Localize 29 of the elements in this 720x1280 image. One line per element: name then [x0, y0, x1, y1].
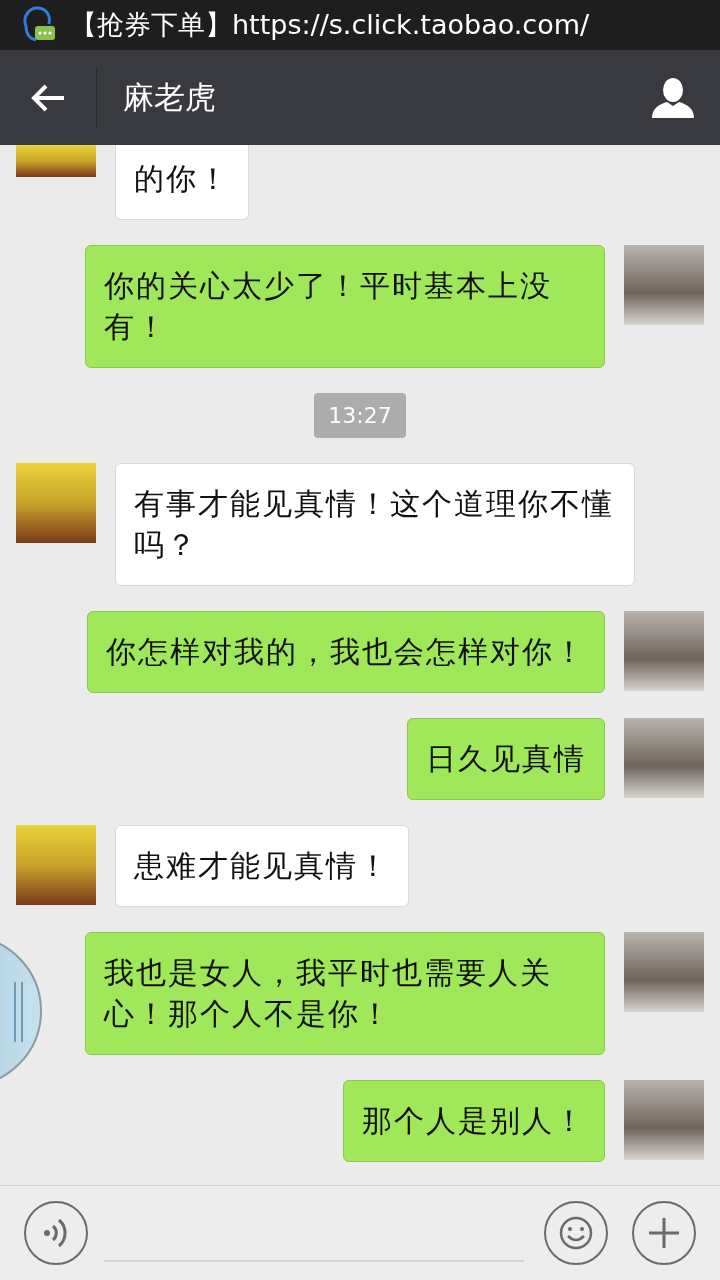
- notification-text: 【抢券下单】https://s.click.taobao.com/: [70, 7, 590, 42]
- message-bubble: 的你！: [115, 145, 249, 220]
- message-bubble: 我也是女人，我平时也需要人关心！那个人不是你！: [85, 932, 605, 1055]
- message-bubble: 日久见真情: [407, 718, 605, 800]
- timestamp: 13:27: [314, 393, 406, 438]
- contact-info-button[interactable]: [652, 77, 694, 118]
- plus-icon: [647, 1216, 681, 1250]
- emoji-button[interactable]: [544, 1201, 608, 1265]
- headset-chat-icon: [20, 6, 56, 44]
- avatar-photo-placeholder[interactable]: [624, 245, 704, 325]
- voice-button[interactable]: [24, 1201, 88, 1265]
- avatar-photo-placeholder[interactable]: [624, 611, 704, 691]
- avatar-photo-placeholder[interactable]: [624, 1080, 704, 1160]
- smiley-icon: [558, 1215, 594, 1251]
- message-bubble: 那个人是别人！: [343, 1080, 605, 1162]
- person-icon: [652, 77, 694, 118]
- back-arrow-icon: [30, 82, 66, 113]
- voice-icon: [43, 1216, 69, 1250]
- avatar-photo-placeholder[interactable]: [624, 718, 704, 798]
- add-button[interactable]: [632, 1201, 696, 1265]
- chat-title: 麻老虎: [123, 78, 217, 118]
- message-bubble: 你怎样对我的，我也会怎样对你！: [87, 611, 605, 693]
- message-bubble: 有事才能见真情！这个道理你不懂吗？: [115, 463, 635, 586]
- avatar-picture[interactable]: [16, 145, 96, 177]
- message-bubble: 患难才能见真情！: [115, 825, 409, 907]
- avatar-picture[interactable]: [16, 825, 96, 905]
- message-bubble: 你的关心太少了！平时基本上没有！: [85, 245, 605, 368]
- avatar-photo-placeholder[interactable]: [624, 932, 704, 1012]
- avatar-picture[interactable]: [16, 463, 96, 543]
